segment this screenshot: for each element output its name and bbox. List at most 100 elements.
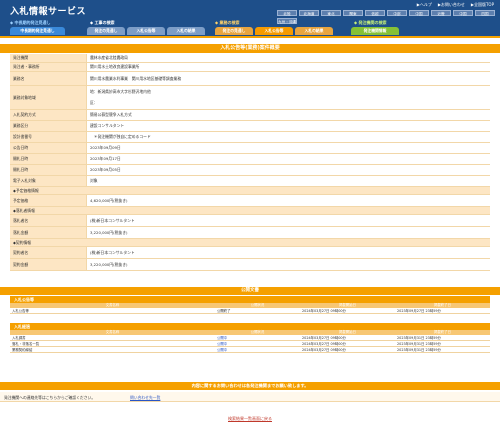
tab-service-notices[interactable]: 入札公告等 <box>255 27 293 35</box>
document-start: 2024年03月27日 09時00分 <box>302 342 346 346</box>
region-button[interactable]: 近畿 <box>431 10 451 16</box>
nav-label-construction: ◆ 工事の検索 <box>90 20 115 25</box>
tab-agency-info[interactable]: 発注機関情報 <box>351 27 399 35</box>
region-button[interactable]: 四国 <box>475 10 495 16</box>
detail-row: 予定価格 4,620,000円(税抜き) <box>10 195 490 207</box>
detail-value: 3,220,000円(税抜き) <box>86 259 490 270</box>
documents-result-group: 入札経過 文書名称 公開状況 掲載開始日 掲載終了日 入札調書 公開中 2024… <box>10 323 490 353</box>
document-status-link[interactable]: 公開中 <box>215 335 300 340</box>
group-heading: 入札経過 <box>10 323 490 330</box>
detail-label: 契約金額 <box>10 259 86 270</box>
region-button[interactable]: 中国 <box>409 10 429 16</box>
region-button[interactable]: 中国 <box>453 10 473 16</box>
contact-list-link[interactable]: 問い合わせ先一覧 <box>130 395 160 401</box>
detail-value: 関川用水土地改良建設事業所 <box>86 63 490 71</box>
document-name: 業務契約締結 <box>12 348 33 352</box>
section-contract: ◆契約情報 <box>10 239 490 247</box>
contact-us-link[interactable]: ▶お問い合わせ <box>438 2 465 8</box>
detail-row: 開札日時 2023年09月17日 <box>10 154 490 165</box>
detail-value: 2023年09月09日 <box>86 143 490 153</box>
detail-row: 契約金額 3,220,000円(税抜き) <box>10 259 490 271</box>
document-end: 2023年09月31日 23時59分 <box>397 336 441 340</box>
detail-row: 業務名 関川用水農業水利事業 関川用水地区基礎等調査業務 <box>10 72 490 86</box>
national-top-link[interactable]: ▶全国版TOP <box>471 2 494 8</box>
tab-service-results[interactable]: 入札の結果 <box>295 27 333 35</box>
detail-value: 農林水産省北陸農政局 <box>86 54 490 62</box>
contact-row: 発注機関への連絡先等はこちらからご確認ください。 問い合わせ先一覧 <box>0 392 500 402</box>
document-name: 入札公告等 <box>12 309 29 313</box>
detail-row: 公告日時 2023年09月09日 <box>10 143 490 154</box>
detail-row: 業務対象地域 地：新潟県妙高市大字杉野沢地内他 区： <box>10 86 490 110</box>
nav-label-services: ◆ 業務の検索 <box>215 20 240 25</box>
detail-value: 建設コンサルタント <box>86 121 490 131</box>
detail-label: 入札契約方式 <box>10 110 86 120</box>
notice-title: 入札公告等(業務)案件概要 <box>0 44 500 53</box>
detail-label: 業務区分 <box>10 121 86 131</box>
detail-row: 電子入札対象 対象 <box>10 176 490 187</box>
area-region: 地：新潟県妙高市大字杉野沢地内他 <box>90 89 151 94</box>
region-button[interactable]: 北陸 <box>277 10 297 16</box>
detail-label: 開札日時 <box>10 165 86 175</box>
header-divider <box>0 36 500 38</box>
region-button[interactable]: 関東 <box>343 10 363 16</box>
nav-label-outlook: ◆ 中長期的発注見通し <box>10 20 51 25</box>
region-button[interactable]: 信越 <box>365 10 385 16</box>
detail-row: 落札金額 3,220,000円(税抜き) <box>10 227 490 239</box>
detail-label: 設計書番号 <box>10 132 86 142</box>
site-header: 入札情報サービス ▶ヘルプ ▶お問い合わせ ▶全国版TOP 北陸 北海道 東北 … <box>0 0 500 38</box>
help-link[interactable]: ▶ヘルプ <box>417 2 432 8</box>
document-status: 公開終了 <box>217 309 231 313</box>
detail-row: 発注者・事務所 関川用水土地改良建設事業所 <box>10 63 490 72</box>
document-start: 2024年03月27日 09時00分 <box>302 309 346 313</box>
document-end: 2023年09月27日 23時59分 <box>397 309 441 313</box>
detail-label: 公告日時 <box>10 143 86 153</box>
documents-notice-group: 入札公告等 文書名称 公開状況 掲載開始日 掲載終了日 入札公告等 公開終了 2… <box>10 296 490 314</box>
table-row: 業務契約締結 公開中 2024年03月27日 09時00分 2023年09月31… <box>10 347 490 353</box>
detail-label: 発注者・事務所 <box>10 63 86 71</box>
site-logo[interactable]: 入札情報サービス <box>10 4 86 17</box>
document-status-link[interactable]: 公開中 <box>215 341 300 346</box>
nav-section-labels: ◆ 中長期的発注見通し ◆ 工事の検索 ◆ 業務の検索 ◆ 発注機関の検索 <box>10 20 490 26</box>
detail-label: 落札金額 <box>10 227 86 238</box>
region-button[interactable]: 東北 <box>321 10 341 16</box>
document-name: 落札・非落名一覧 <box>12 342 40 346</box>
table-row: 入札公告等 公開終了 2024年03月27日 09時00分 2023年09月27… <box>10 308 490 314</box>
detail-label: 予定価格 <box>10 195 86 206</box>
section-planned-price: ◆予定価格情報 <box>10 187 490 195</box>
detail-label: 落札者名 <box>10 215 86 226</box>
tab-construction-notices[interactable]: 入札公告等 <box>127 27 165 35</box>
document-start: 2024年03月27日 09時00分 <box>302 336 346 340</box>
section-winning-bidder: ◆落札者情報 <box>10 207 490 215</box>
detail-value: 2023年09月05日 <box>86 165 490 175</box>
detail-row: 落札者名 (株)新日本コンサルタント <box>10 215 490 227</box>
region-button[interactable]: 中部 <box>387 10 407 16</box>
detail-value: 地：新潟県妙高市大字杉野沢地内他 区： <box>86 86 490 109</box>
nav-tabs: 中長期的発注見通し 発注の見通し 入札公告等 入札の結果 発注の見通し 入札公告… <box>0 27 500 36</box>
area-district: 区： <box>90 100 98 105</box>
group-heading: 入札公告等 <box>10 296 490 303</box>
detail-row: 入札契約方式 簡易公募型競争入札方式 <box>10 110 490 121</box>
documents-title: 公開文書 <box>0 287 500 295</box>
detail-row: 業務区分 建設コンサルタント <box>10 121 490 132</box>
detail-value: 3,220,000円(税抜き) <box>86 227 490 238</box>
detail-label: 電子入札対象 <box>10 176 86 186</box>
detail-row: 契約者名 (株)新日本コンサルタント <box>10 247 490 259</box>
utility-links: ▶ヘルプ ▶お問い合わせ ▶全国版TOP <box>417 2 494 8</box>
back-to-results-link[interactable]: 検索結果一覧画面に戻る <box>0 416 500 422</box>
document-status-link[interactable]: 公開中 <box>215 347 300 352</box>
detail-label: 開札日時 <box>10 154 86 164</box>
tab-construction-outlook[interactable]: 発注の見通し <box>87 27 125 35</box>
region-button[interactable]: 北海道 <box>299 10 319 16</box>
document-start: 2024年03月27日 09時00分 <box>302 348 346 352</box>
detail-value: 4,620,000円(税抜き) <box>86 195 490 206</box>
detail-value: 簡易公募型競争入札方式 <box>86 110 490 120</box>
tab-long-term-outlook[interactable]: 中長期的発注見通し <box>10 27 65 35</box>
tab-service-outlook[interactable]: 発注の見通し <box>215 27 253 35</box>
detail-row: 設計書番号 ＊発注機関が独自に定めるコード <box>10 132 490 143</box>
detail-value: 関川用水農業水利事業 関川用水地区基礎等調査業務 <box>86 72 490 85</box>
detail-value: (株)新日本コンサルタント <box>86 247 490 258</box>
tab-construction-results[interactable]: 入札の結果 <box>167 27 205 35</box>
document-end: 2023年09月31日 23時59分 <box>397 342 441 346</box>
document-end: 2023年09月31日 23時59分 <box>397 348 441 352</box>
notice-details-table: 発注機関 農林水産省北陸農政局 発注者・事務所 関川用水土地改良建設事業所 業務… <box>10 54 490 271</box>
